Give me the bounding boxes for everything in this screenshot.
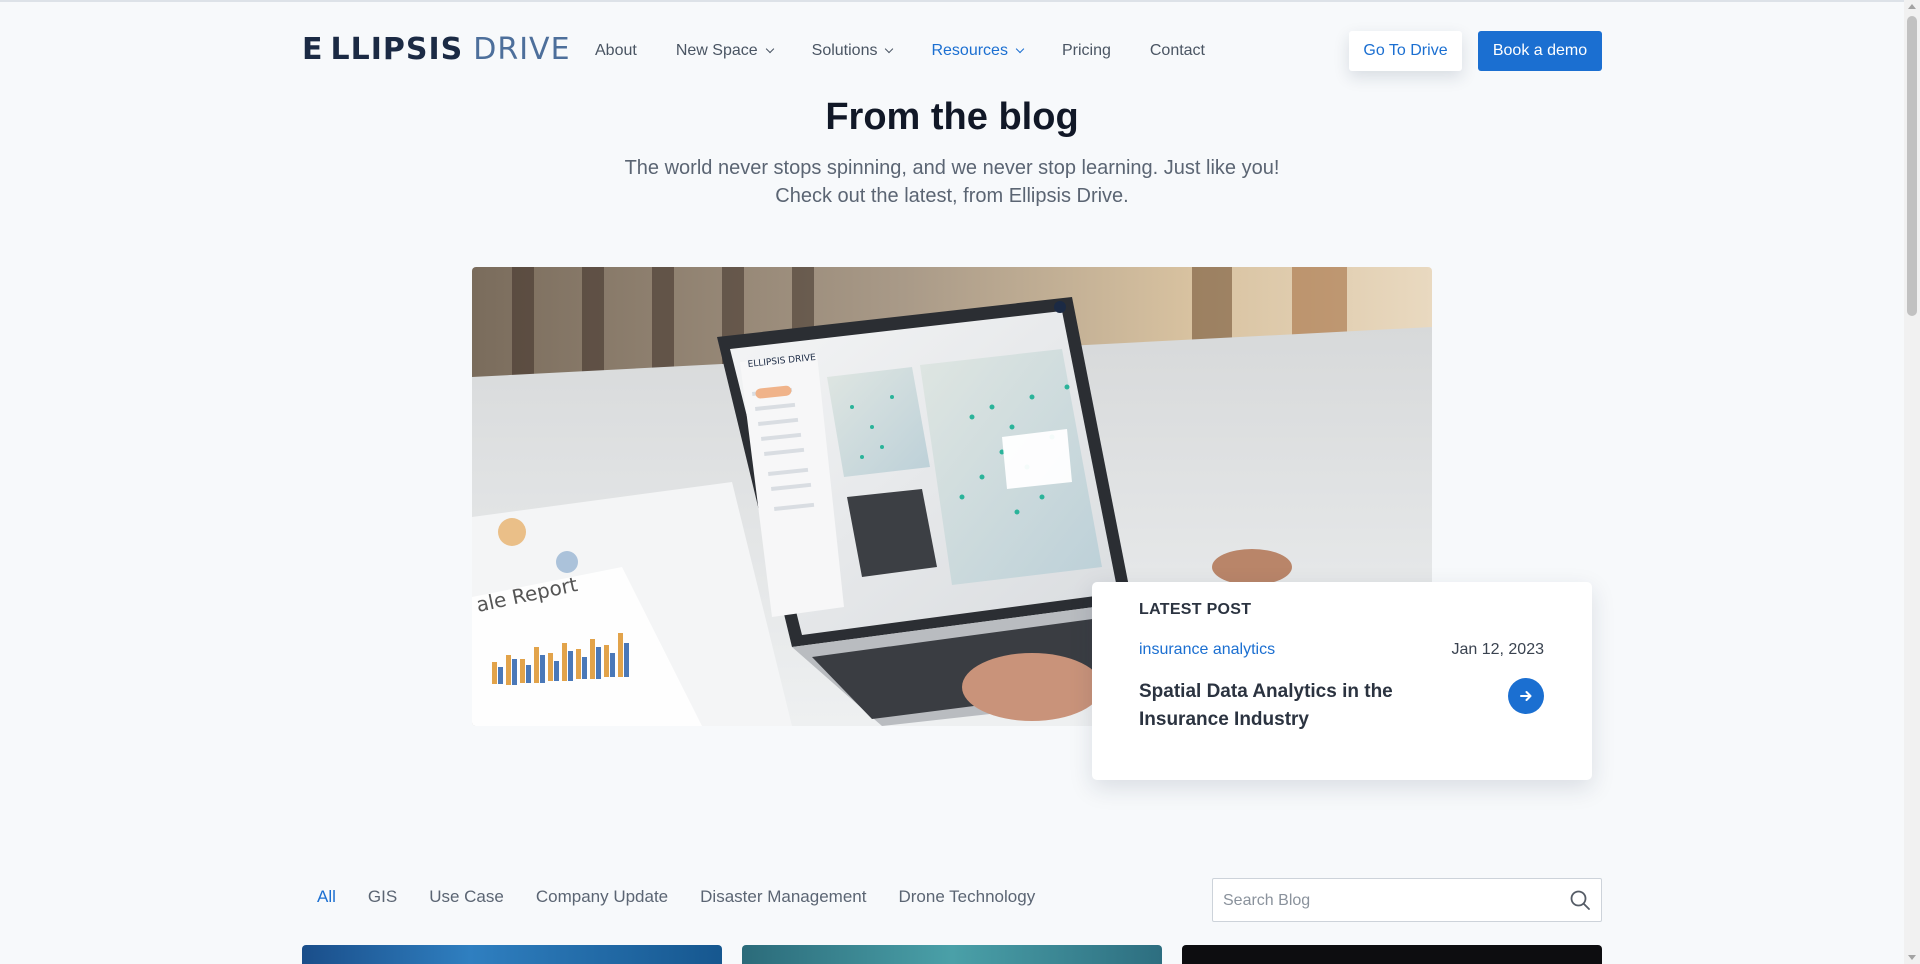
top-border [0,0,1904,2]
arrow-right-icon [1520,691,1532,701]
blog-post-thumbnail[interactable] [1182,945,1602,964]
page-scrollbar[interactable] [1904,0,1920,964]
filter-use-case[interactable]: Use Case [429,887,504,907]
nav-contact-label: Contact [1149,42,1205,59]
blog-post-thumbnail[interactable] [302,945,722,964]
nav-new-space[interactable]: New Space [675,42,774,60]
chevron-down-icon [1015,44,1025,54]
nav-contact[interactable]: Contact [1150,42,1205,60]
filter-all[interactable]: All [317,887,336,907]
go-to-drive-button[interactable]: Go To Drive [1349,31,1462,71]
scroll-up-icon[interactable] [1908,4,1916,9]
latest-post-title[interactable]: Spatial Data Analytics in the Insurance … [1139,678,1439,734]
search-icon[interactable] [1569,889,1591,911]
nav-resources-label: Resources [931,42,1008,59]
nav-solutions-label: Solutions [811,42,878,59]
nav-pricing-label: Pricing [1061,42,1111,59]
blog-filter-tabs: All GIS Use Case Company Update Disaster… [317,887,1067,907]
latest-post-open-button[interactable] [1508,678,1544,714]
chevron-down-icon [765,44,774,54]
chevron-down-icon [885,44,894,54]
logo-text-primary: E LLIPSIS [302,32,464,67]
book-demo-button[interactable]: Book a demo [1478,31,1602,71]
scroll-thumb[interactable] [1907,16,1917,316]
nav-pricing[interactable]: Pricing [1062,42,1111,60]
main-nav: About New Space Solutions Resources Pric… [595,38,1244,64]
filter-gis[interactable]: GIS [368,887,397,907]
latest-post-card: LATEST POST insurance analytics Jan 12, … [1092,582,1592,780]
nav-solutions[interactable]: Solutions [811,42,894,60]
latest-post-date: Jan 12, 2023 [1451,641,1544,658]
latest-post-category[interactable]: insurance analytics [1139,641,1275,659]
filter-disaster-management[interactable]: Disaster Management [700,887,866,907]
blog-search [1212,878,1602,923]
logo-text-secondary: DRIVE [473,32,571,67]
page-title: From the blog [825,96,1079,138]
nav-about[interactable]: About [595,42,637,60]
page-subtitle: The world never stops spinning, and we n… [624,157,1280,207]
filter-company-update[interactable]: Company Update [536,887,668,907]
blog-post-thumbnail[interactable] [742,945,1162,964]
nav-new-space-label: New Space [675,42,758,59]
filter-drone-technology[interactable]: Drone Technology [898,887,1035,907]
search-input[interactable] [1221,879,1565,923]
ellipsis-drive-logo[interactable]: E LLIPSIS DRIVE [302,34,571,66]
scroll-down-icon[interactable] [1908,955,1916,960]
nav-about-label: About [595,42,637,59]
nav-resources[interactable]: Resources [931,42,1025,60]
latest-post-kicker: LATEST POST [1139,601,1252,618]
